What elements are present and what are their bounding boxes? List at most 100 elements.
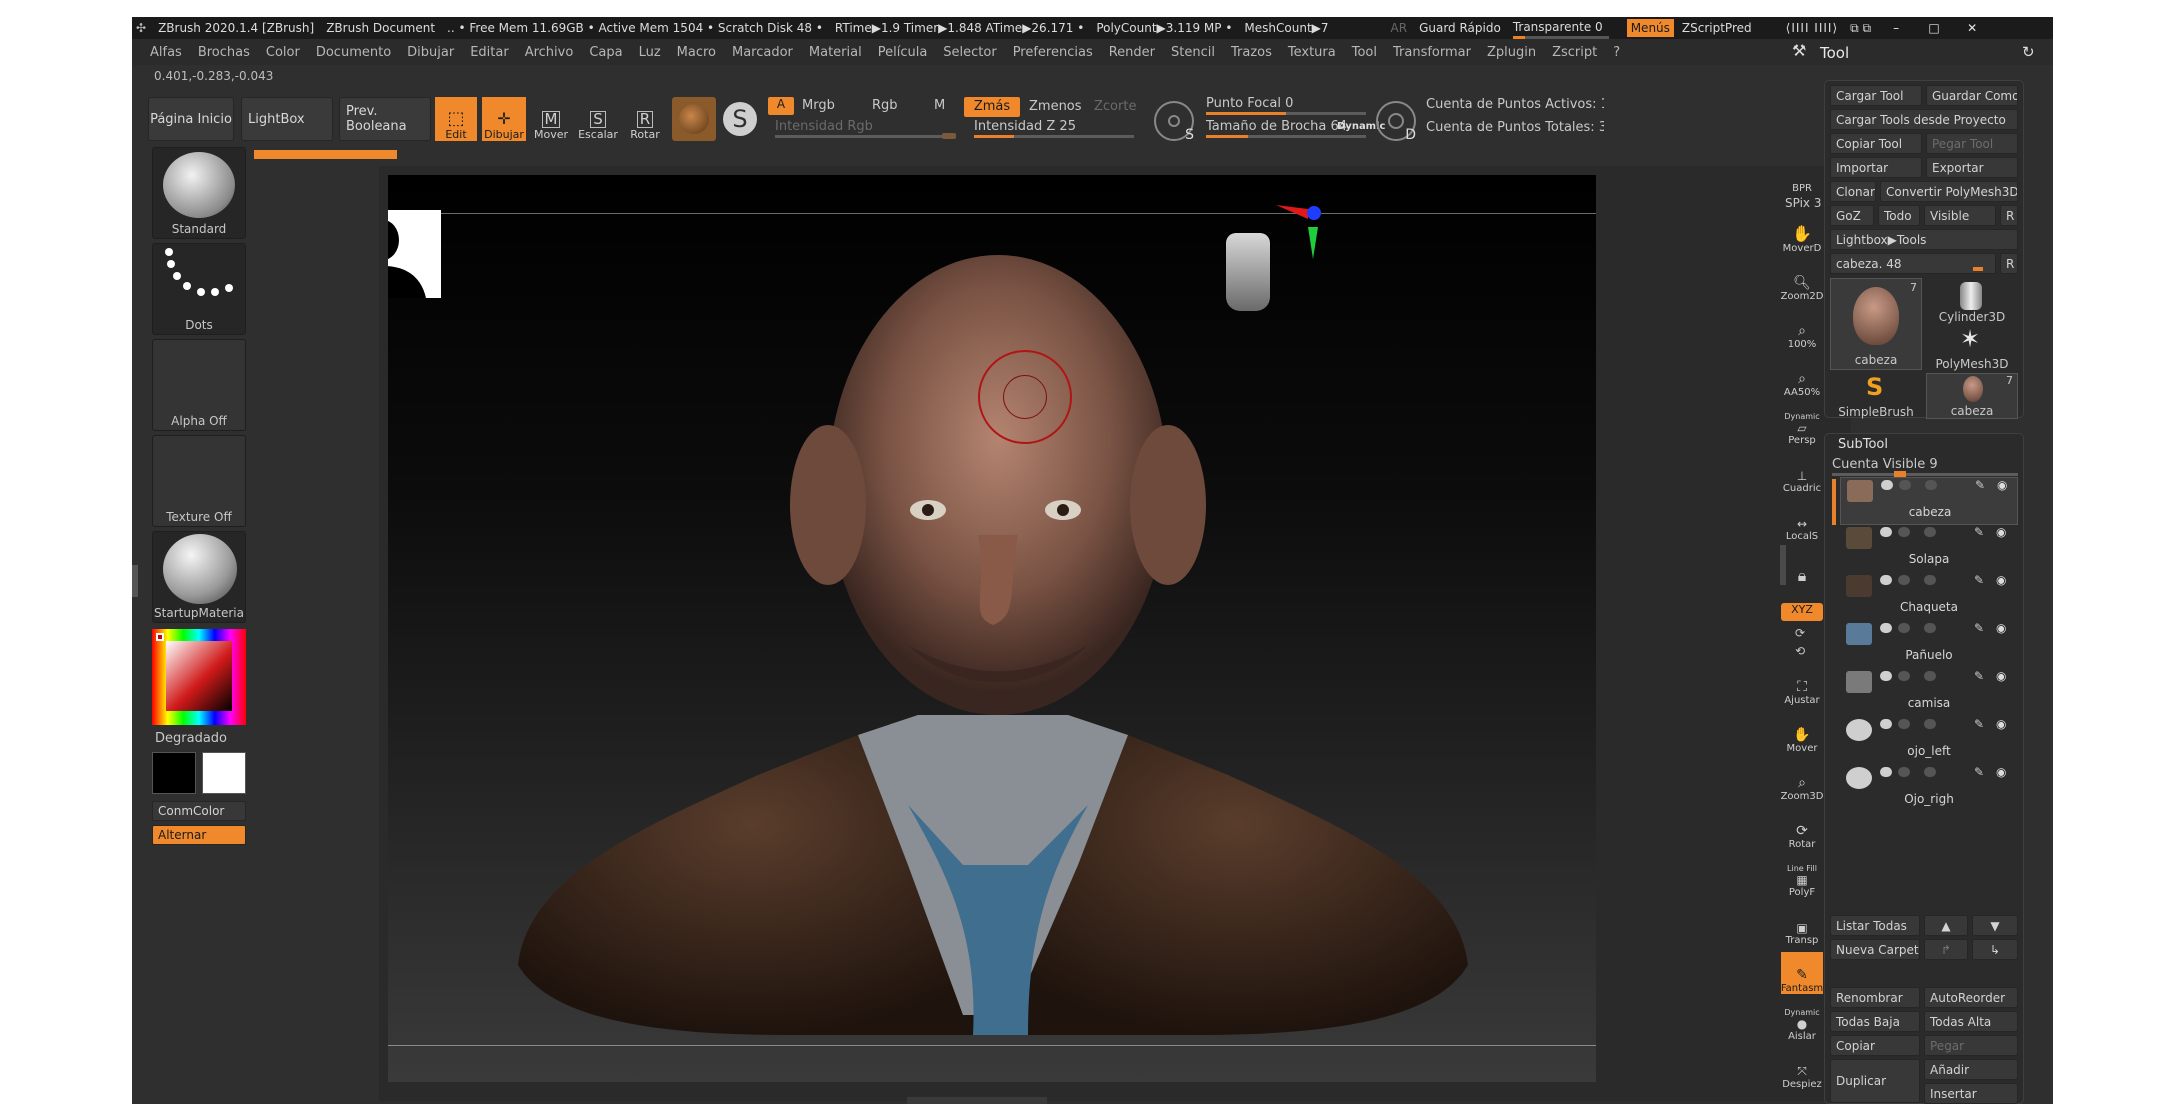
menu-item[interactable]: Zscript	[1544, 45, 1605, 60]
aahalf-button[interactable]: ⌕ AA50%	[1781, 356, 1823, 398]
texture-selector[interactable]: Texture Off	[152, 435, 246, 527]
zoom-button[interactable]: 🔍︎ Zoom2D	[1781, 260, 1824, 302]
clone-button[interactable]: Clonar	[1830, 181, 1876, 202]
brush-icon[interactable]: ✎	[1975, 478, 1985, 492]
eye-icon[interactable]: ◉	[1996, 525, 2006, 539]
menu-item[interactable]: Película	[870, 45, 936, 60]
bpr-button[interactable]: BPR	[1781, 152, 1823, 194]
rgb-intensity-slider[interactable]	[775, 135, 955, 138]
bottom-dock-handle[interactable]	[907, 1097, 1047, 1104]
all-button[interactable]: Todo	[1878, 205, 1920, 226]
save-as-button[interactable]: Guardar Como	[1926, 85, 2018, 106]
close-button[interactable]: ✕	[1959, 21, 1985, 35]
tool-thumb-cabeza-2[interactable]: 7 cabeza	[1926, 373, 2018, 419]
material-selector[interactable]: StartupMateria	[152, 531, 246, 623]
minimize-button[interactable]: –	[1883, 21, 1909, 35]
list-all-button[interactable]: Listar Todas	[1830, 915, 1920, 936]
eye-icon[interactable]: ◉	[1996, 573, 2006, 587]
frame-button[interactable]: ⛶ Ajustar	[1781, 664, 1823, 706]
make-polymesh-button[interactable]: Convertir PolyMesh3D	[1880, 181, 2018, 202]
paste-subtool-button[interactable]: Pegar	[1924, 1035, 2018, 1056]
brush-icon[interactable]: ✎	[1974, 621, 1984, 635]
menu-item[interactable]: Documento	[308, 45, 399, 60]
tool-thumb-simplebrush[interactable]: S SimpleBrush	[1830, 373, 1922, 419]
y-rotate-icon[interactable]: ⟳	[1795, 626, 1805, 640]
eye-icon[interactable]: ◉	[1996, 669, 2006, 683]
lightbox-tools-button[interactable]: Lightbox▶Tools	[1830, 229, 2018, 250]
mrgb-toggle[interactable]: Mrgb	[802, 98, 835, 113]
copy-tool-button[interactable]: Copiar Tool	[1830, 133, 1922, 154]
subtool-toggle[interactable]	[1924, 767, 1936, 777]
menus-toggle[interactable]: Menús	[1626, 19, 1674, 37]
subtool-toggle[interactable]	[1898, 623, 1910, 633]
subtool-row[interactable]: ✎ ◉ Pañuelo	[1840, 621, 2018, 669]
move-down-icon[interactable]: ▼	[1972, 915, 2018, 936]
menu-item[interactable]: Color	[258, 45, 308, 60]
menu-item[interactable]: Selector	[935, 45, 1004, 60]
subtool-row[interactable]: ✎ ◉ Chaqueta	[1840, 573, 2018, 621]
ar-button[interactable]: AR	[1391, 21, 1408, 35]
right-scrollbar[interactable]	[1780, 545, 1786, 585]
color-picker[interactable]	[152, 629, 246, 725]
current-tool-r-button[interactable]: R	[2000, 253, 2018, 274]
edit-button[interactable]: ⬚ Edit	[435, 97, 477, 141]
spix-slider[interactable]: SPix 3	[1785, 196, 1821, 210]
subtool-toggle[interactable]	[1898, 527, 1910, 537]
menu-item[interactable]: Luz	[631, 45, 669, 60]
maximize-button[interactable]: □	[1921, 21, 1947, 35]
zoom3d-button[interactable]: ⌕ Zoom3D	[1781, 760, 1824, 802]
draw-button[interactable]: ✛ Dibujar	[482, 97, 526, 141]
brush-icon[interactable]: ✎	[1974, 765, 1984, 779]
load-from-project-button[interactable]: Cargar Tools desde Proyecto	[1830, 109, 2018, 130]
paste-tool-button[interactable]: Pegar Tool	[1926, 133, 2018, 154]
subtool-toggle[interactable]	[1898, 767, 1910, 777]
menu-item[interactable]: Stencil	[1163, 45, 1223, 60]
rotate-view-button[interactable]: ⟳ Rotar	[1781, 808, 1823, 850]
subtool-toggle[interactable]	[1924, 527, 1936, 537]
layout-icon[interactable]: ⟨IIII IIII⟩	[1786, 21, 1839, 35]
move-button[interactable]: M Mover	[530, 97, 572, 141]
secondary-color-swatch[interactable]	[202, 752, 246, 794]
r-button[interactable]: R	[2000, 205, 2018, 226]
menu-item[interactable]: Transformar	[1385, 45, 1479, 60]
xyz-toggle[interactable]: XYZ	[1781, 603, 1823, 621]
lock-button[interactable]: 🔒︎	[1781, 544, 1823, 586]
polypaint-toggle[interactable]	[1880, 575, 1892, 585]
subtool-toggle[interactable]	[1898, 575, 1910, 585]
a-toggle[interactable]: A	[768, 97, 794, 115]
brush-icon[interactable]: ✎	[1974, 573, 1984, 587]
menu-item[interactable]: ?	[1605, 45, 1628, 60]
polypaint-toggle[interactable]	[1880, 527, 1892, 537]
subtool-row[interactable]: ✎ ◉ Solapa	[1840, 525, 2018, 573]
subtool-toggle[interactable]	[1898, 719, 1910, 729]
subtool-toggle[interactable]	[1924, 623, 1936, 633]
menu-item[interactable]: Brochas	[190, 45, 258, 60]
polyf-button[interactable]: Line Fill ▦ PolyF	[1781, 856, 1823, 898]
sculpt-bust[interactable]	[388, 175, 1596, 1082]
eye-icon[interactable]: ◉	[1996, 621, 2006, 635]
color-square[interactable]	[166, 641, 232, 711]
tool-thumb-cylinder[interactable]: Cylinder3D	[1926, 278, 2018, 324]
rgb-toggle[interactable]: Rgb	[872, 98, 898, 113]
color-marker[interactable]	[156, 633, 164, 641]
visible-button[interactable]: Visible	[1924, 205, 1996, 226]
menu-item[interactable]: Material	[801, 45, 870, 60]
all-low-button[interactable]: Todas Baja	[1830, 1011, 1920, 1032]
lightbox-button[interactable]: LightBox	[241, 97, 333, 141]
subtool-row[interactable]: ✎ ◉ ojo_left	[1840, 717, 2018, 765]
draw-size-icon[interactable]: D	[1376, 101, 1416, 143]
scale-button[interactable]: S Escalar	[577, 97, 619, 141]
brush-icon[interactable]: ✎	[1974, 717, 1984, 731]
polypaint-toggle[interactable]	[1880, 671, 1892, 681]
menu-item[interactable]: Alfas	[142, 45, 190, 60]
insert-button[interactable]: Insertar	[1924, 1083, 2018, 1104]
zscript-button[interactable]: ZScriptPred	[1682, 21, 1752, 35]
load-tool-button[interactable]: Cargar Tool	[1830, 85, 1922, 106]
subtool-toggle[interactable]	[1925, 480, 1937, 490]
alpha-selector[interactable]: Alpha Off	[152, 339, 246, 431]
ghost-button[interactable]: ✎ Fantasm	[1781, 952, 1823, 994]
reset-icon[interactable]: ↻	[2022, 43, 2035, 61]
polypaint-toggle[interactable]	[1881, 480, 1893, 490]
stroke-selector[interactable]: Dots	[152, 243, 246, 335]
eye-icon[interactable]: ◉	[1996, 765, 2006, 779]
